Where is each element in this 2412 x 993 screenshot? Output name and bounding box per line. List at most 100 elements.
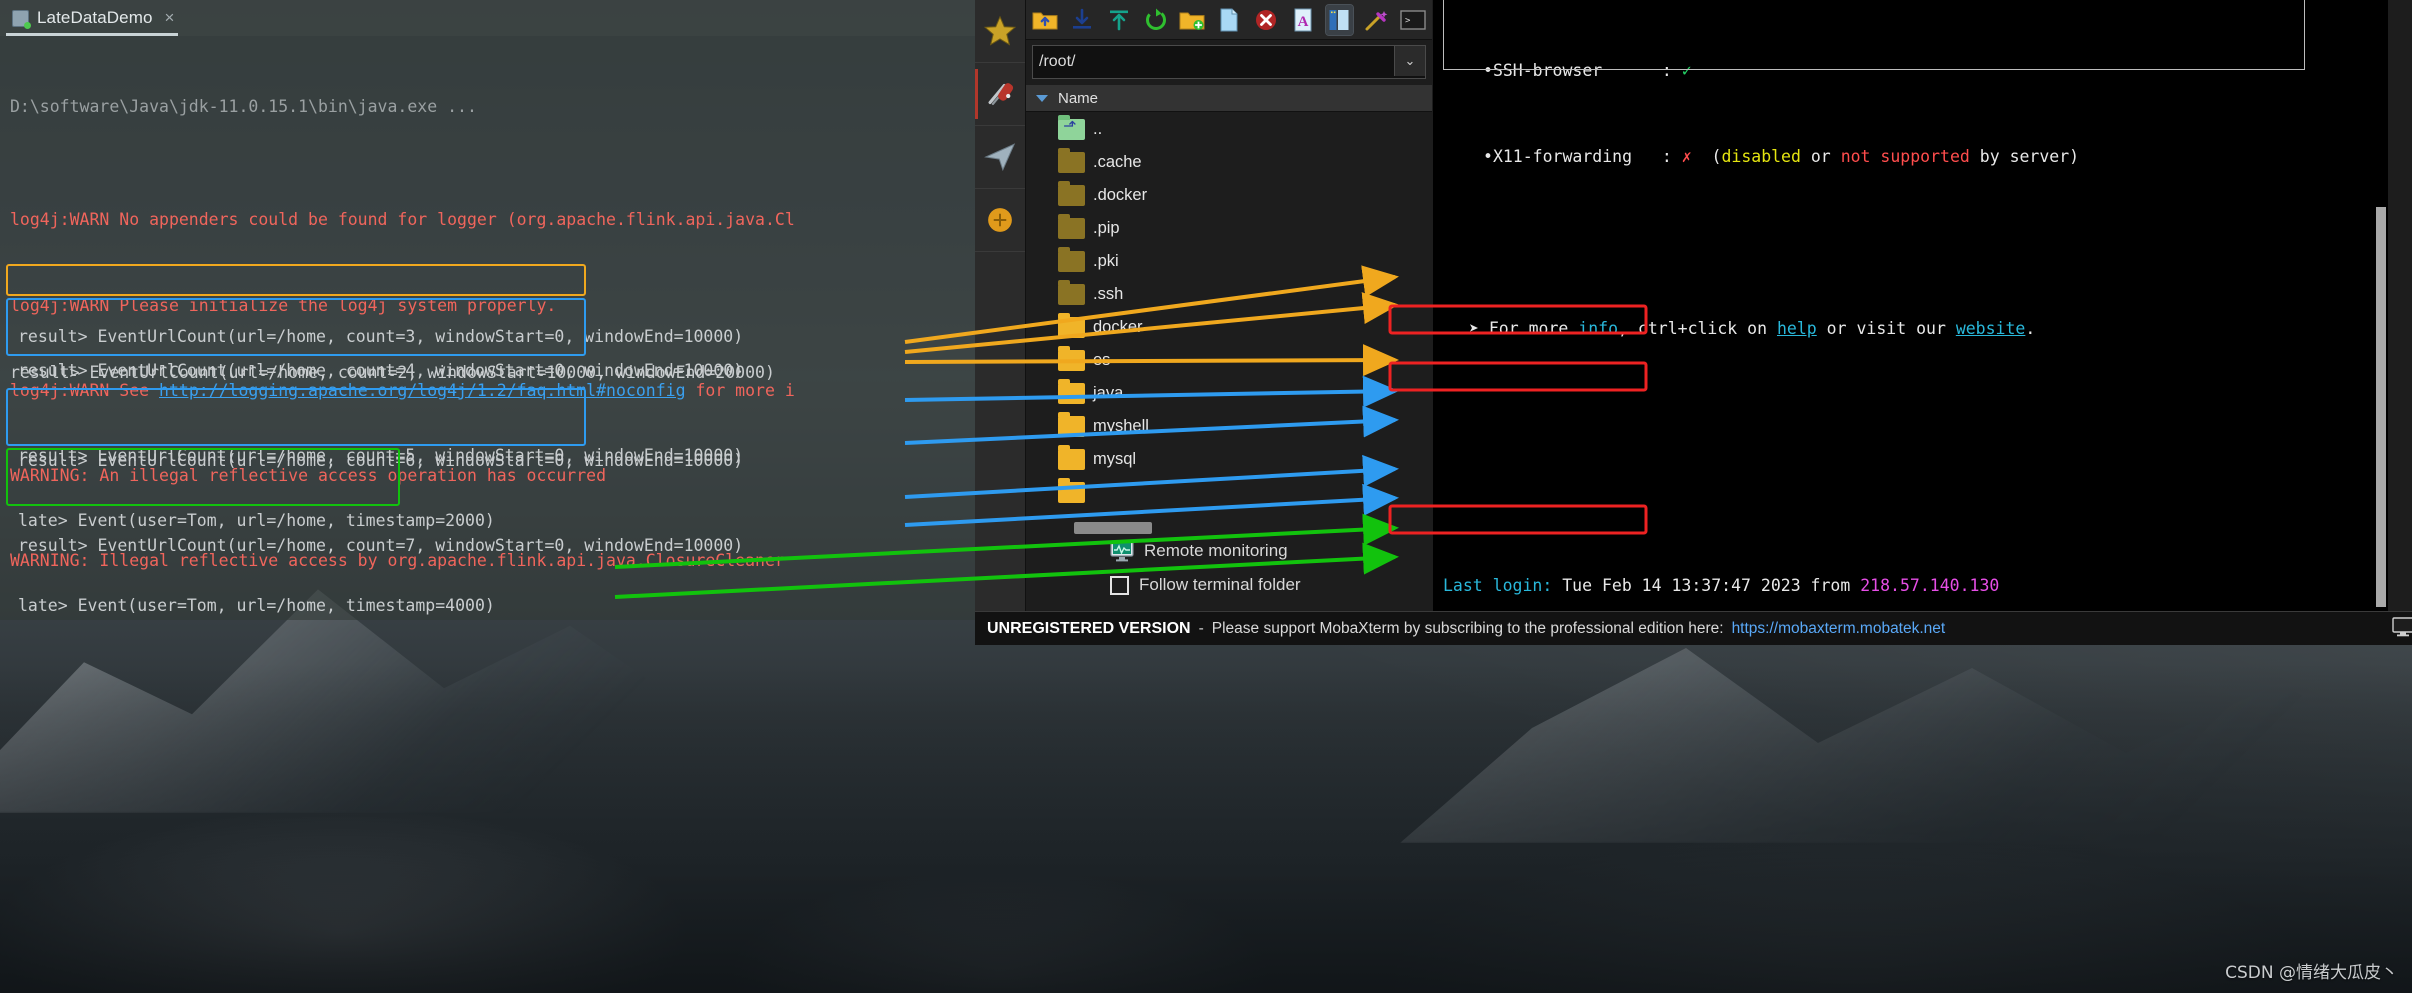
chevron-down-icon[interactable]: ⌄ <box>1394 46 1425 76</box>
banner-check-icon: ✓ <box>1681 61 1692 81</box>
file-list[interactable]: .. .cache .docker .pip .pki .ssh docker … <box>1026 113 1432 568</box>
list-item[interactable] <box>1026 476 1432 509</box>
option-follow-terminal-folder[interactable]: Follow terminal folder <box>1026 568 1432 602</box>
list-item[interactable]: mysql <box>1026 443 1432 476</box>
console-output[interactable]: D:\software\Java\jdk-11.0.15.1\bin\java.… <box>0 36 975 620</box>
mobaxterm-window: A > /root/ ⌄ Name ⬑ .. .cache .docker .p… <box>975 0 2412 645</box>
scrollbar-thumb[interactable] <box>1074 522 1152 534</box>
sidebar-favorites-button[interactable] <box>975 0 1025 63</box>
monitor-icon <box>1110 540 1134 562</box>
banner-cross-icon: ✗ <box>1681 146 1692 166</box>
magic-wand-icon[interactable] <box>1363 5 1390 35</box>
option-remote-monitoring[interactable]: Remote monitoring <box>1026 534 1432 568</box>
upload-folder-icon[interactable] <box>1032 5 1059 35</box>
sftp-file-browser: A > /root/ ⌄ Name ⬑ .. .cache .docker .p… <box>1026 0 1432 612</box>
list-item[interactable]: .ssh <box>1026 278 1432 311</box>
checkbox-icon[interactable] <box>1110 575 1129 595</box>
folder-icon <box>1058 379 1085 404</box>
folder-icon <box>1058 181 1085 206</box>
file-name: java <box>1093 384 1124 402</box>
sidebar-package-button[interactable] <box>975 189 1025 252</box>
close-icon[interactable]: × <box>165 8 175 28</box>
list-item[interactable]: .docker <box>1026 179 1432 212</box>
last-login-line: Last login: Tue Feb 14 13:37:47 2023 fro… <box>1443 572 2388 601</box>
upload-icon[interactable] <box>1105 5 1132 35</box>
sidebar-tools-button[interactable] <box>975 63 1025 126</box>
intellij-run-console-window: LateDataDemo × D:\software\Java\jdk-11.0… <box>0 0 975 620</box>
list-item[interactable]: .pki <box>1026 245 1432 278</box>
folder-icon <box>1058 412 1085 437</box>
download-icon[interactable] <box>1069 5 1096 35</box>
banner-note-disabled: disabled <box>1721 146 1801 166</box>
scrollbar-thumb[interactable] <box>2376 207 2386 608</box>
folder-icon <box>1058 148 1085 173</box>
list-item[interactable]: .cache <box>1026 146 1432 179</box>
terminal-scrollbar[interactable] <box>2376 150 2386 608</box>
last-login-text: Tue Feb 14 13:37:47 2023 from <box>1552 575 1861 595</box>
column-header-name[interactable]: Name <box>1026 85 1432 112</box>
new-folder-icon[interactable] <box>1179 5 1206 35</box>
file-name: mysql <box>1093 450 1137 468</box>
run-configuration-icon <box>12 9 31 29</box>
column-header-label: Name <box>1058 89 1099 107</box>
paper-plane-icon <box>984 143 1016 172</box>
folder-icon <box>1058 445 1085 470</box>
status-monitor-icon[interactable] <box>2392 617 2412 637</box>
folder-icon <box>1058 280 1085 305</box>
text-edit-icon[interactable]: A <box>1289 5 1316 35</box>
watermark: CSDN @情绪大瓜皮丶 <box>2225 963 2398 983</box>
new-file-icon[interactable] <box>1216 5 1243 35</box>
file-name: docker <box>1093 318 1143 336</box>
banner-line-x11: •X11-forwarding : ✗ (disabled or not sup… <box>1443 143 2388 172</box>
svg-text:A: A <box>1297 14 1308 30</box>
file-list-horizontal-scrollbar[interactable] <box>1026 522 1432 534</box>
file-name: myshell <box>1093 417 1149 435</box>
file-name: .pki <box>1093 252 1119 270</box>
split-view-icon[interactable] <box>1324 3 1354 36</box>
option-label: Follow terminal folder <box>1139 575 1301 594</box>
folder-icon <box>1058 313 1085 338</box>
mobaxterm-status-bar: UNREGISTERED VERSION - Please support Mo… <box>975 611 2412 645</box>
more-info-mid: , ctrl+click on <box>1618 318 1777 338</box>
file-name: .cache <box>1093 153 1142 171</box>
tab-label: LateDataDemo <box>37 8 153 27</box>
banner-note-unsupported: not supported <box>1840 146 1970 166</box>
unregistered-label: UNREGISTERED VERSION <box>987 619 1191 637</box>
list-item[interactable]: .pip <box>1026 212 1432 245</box>
list-item[interactable]: java <box>1026 377 1432 410</box>
run-tab-bar: LateDataDemo × <box>0 0 975 36</box>
bullet: • <box>1483 61 1493 81</box>
file-name: .. <box>1093 120 1103 138</box>
last-login-label: Last login: <box>1443 575 1553 595</box>
file-name: .pip <box>1093 219 1120 237</box>
file-browser-toolbar: A > <box>1026 0 1432 40</box>
terminal-output[interactable]: •SSH-browser : ✓ •X11-forwarding : ✗ (di… <box>1433 0 2388 612</box>
last-login-ip: 218.57.140.130 <box>1860 575 2000 595</box>
list-item[interactable]: es <box>1026 344 1432 377</box>
swiss-knife-icon <box>988 83 1014 106</box>
website-link[interactable]: website <box>1956 319 2026 338</box>
delete-icon[interactable] <box>1252 5 1279 35</box>
refresh-icon[interactable] <box>1142 5 1169 35</box>
help-link[interactable]: help <box>1777 319 1817 338</box>
arrow-right-icon: ➤ <box>1469 318 1479 338</box>
banner-sep: : <box>1661 146 1672 166</box>
path-field[interactable]: /root/ ⌄ <box>1032 45 1426 79</box>
svg-text:>: > <box>1405 16 1411 26</box>
banner-key: SSH-browser <box>1492 61 1603 81</box>
console-late-line: late> Event(user=Tom, url=/home, timesta… <box>18 596 495 616</box>
parent-folder-icon <box>1058 115 1085 140</box>
file-browser-options: Remote monitoring Follow terminal folder <box>1026 534 1432 612</box>
package-icon <box>988 208 1012 232</box>
terminal-icon[interactable]: > <box>1399 5 1426 35</box>
sidebar-send-button[interactable] <box>975 126 1025 189</box>
list-item[interactable]: .. <box>1026 113 1432 146</box>
list-item[interactable]: myshell <box>1026 410 1432 443</box>
more-info-pre: For more <box>1488 318 1579 338</box>
list-item[interactable]: docker <box>1026 311 1432 344</box>
info-link[interactable]: info <box>1578 319 1618 338</box>
console-command-line: D:\software\Java\jdk-11.0.15.1\bin\java.… <box>10 96 477 116</box>
mobaxterm-link[interactable]: https://mobaxterm.mobatek.net <box>1732 620 1946 638</box>
tab-latedatademo[interactable]: LateDataDemo × <box>0 0 184 36</box>
file-name: es <box>1093 351 1111 369</box>
